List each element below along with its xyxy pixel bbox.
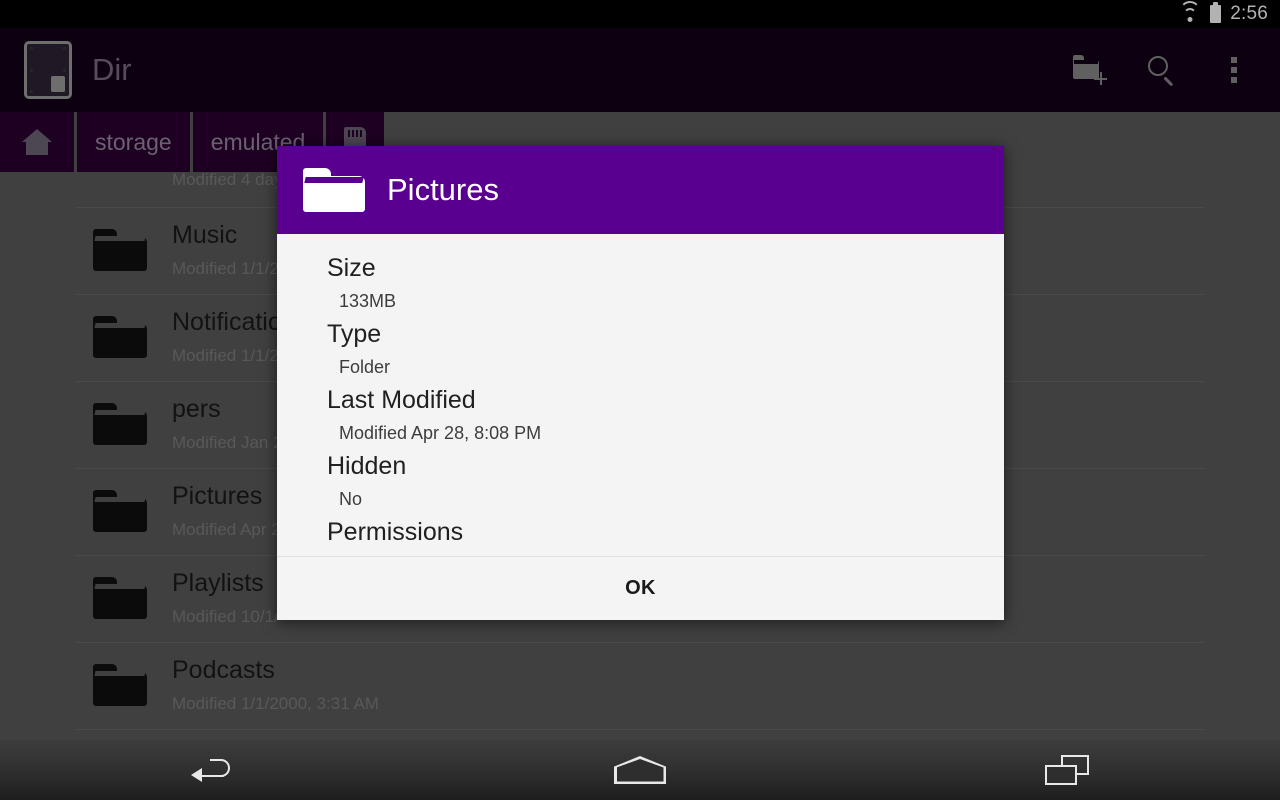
property-value: 133MB [339, 291, 397, 311]
dialog-body: Size 133MB Type Folder Last Modified Mod… [277, 234, 1004, 556]
nav-recents-button[interactable] [853, 740, 1280, 800]
property-label: Type [327, 320, 382, 348]
property-row-size: Size 133MB [277, 250, 1004, 316]
property-row-hidden: Hidden No [277, 448, 1004, 514]
property-label: Size [327, 254, 376, 282]
back-icon [191, 757, 235, 783]
property-value: No [339, 489, 363, 509]
property-label: Last Modified [327, 386, 476, 414]
property-value: Modified Apr 28, 8:08 PM [339, 423, 542, 443]
navigation-bar [0, 740, 1280, 800]
home-icon [614, 756, 666, 784]
property-row-last-modified: Last Modified Modified Apr 28, 8:08 PM [277, 382, 1004, 448]
recents-icon [1044, 755, 1089, 785]
ok-button[interactable]: OK [625, 577, 656, 600]
property-row-type: Type Folder [277, 316, 1004, 382]
nav-home-button[interactable] [427, 740, 854, 800]
dialog-footer: OK [277, 556, 1004, 620]
dialog-title: Pictures [387, 172, 499, 207]
android-screen: 2:56 Dir storage emulated Modified 4 day… [0, 0, 1280, 800]
property-value: Folder [339, 357, 391, 377]
property-label: Hidden [327, 452, 407, 480]
nav-back-button[interactable] [0, 740, 427, 800]
property-label: Permissions [327, 518, 464, 546]
folder-icon [303, 168, 365, 212]
property-row-permissions: Permissions RWX [277, 514, 1004, 556]
file-properties-dialog: Pictures Size 133MB Type Folder Last Mod… [277, 146, 1004, 620]
dialog-header: Pictures [277, 146, 1004, 234]
